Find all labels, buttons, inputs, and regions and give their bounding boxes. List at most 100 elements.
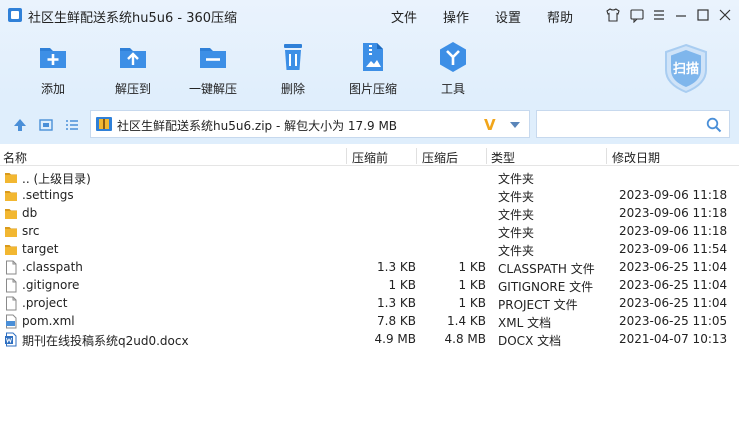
file-date: 2023-09-06 11:54 [619,242,728,256]
file-row[interactable]: .. (上级目录) 文件夹 [0,169,739,187]
file-packed-size: 1 KB [458,260,486,274]
file-size: 1.3 KB [377,260,416,274]
menu-file[interactable]: 文件 [391,7,417,26]
tools-button[interactable]: 工具 [418,40,488,97]
column-divider[interactable] [346,148,347,164]
image-compress-label: 图片压缩 [348,82,397,96]
file-row[interactable]: target 文件夹 2023-09-06 11:54 [0,241,739,259]
one-click-extract-label: 一键解压 [188,82,237,96]
file-row[interactable]: .project 1.3 KB 1 KB PROJECT 文件 2023-06-25 1… [0,295,739,313]
file-row[interactable]: db 文件夹 2023-09-06 11:18 [0,205,739,223]
minimize-icon[interactable] [672,6,690,24]
file-name: .project [22,296,68,310]
delete-icon [276,40,310,74]
search-box[interactable] [536,110,730,138]
file-type: 文件夹 [498,190,535,204]
column-divider[interactable] [606,148,607,164]
file-row[interactable]: .gitignore 1 KB 1 KB GITIGNORE 文件 2023-06-25… [0,277,739,295]
app-logo-icon [8,8,22,22]
column-name[interactable]: 名称 [3,149,27,166]
list-view-icon[interactable] [64,117,80,133]
search-input[interactable] [541,114,701,134]
search-icon[interactable] [706,117,722,133]
tools-icon [436,40,470,74]
file-name: .settings [22,188,74,202]
file-date: 2021-04-07 10:13 [619,332,728,346]
close-icon[interactable] [716,6,734,24]
image-compress-button[interactable]: 图片压缩 [338,40,408,97]
file-packed-size: 1 KB [458,278,486,292]
one-click-extract-button[interactable]: 一键解压 [178,40,248,97]
delete-label: 删除 [280,82,305,96]
up-arrow-icon[interactable] [12,117,28,133]
file-row[interactable]: src 文件夹 2023-09-06 11:18 [0,223,739,241]
file-type: 文件夹 [498,172,535,186]
zip-archive-icon [96,117,112,131]
thumbnail-view-icon[interactable] [38,117,54,133]
one-click-extract-icon [196,40,230,74]
file-date: 2023-09-06 11:18 [619,224,728,238]
file-date: 2023-09-06 11:18 [619,188,728,202]
extract-to-button[interactable]: 解压到 [98,40,168,97]
column-date[interactable]: 修改日期 [612,149,660,166]
file-name: .classpath [22,260,83,274]
address-bar[interactable]: 社区生鲜配送系统hu5u6.zip - 解包大小为 17.9 MB V [90,110,530,138]
file-row[interactable]: .settings 文件夹 2023-09-06 11:18 [0,187,739,205]
extract-to-label: 解压到 [114,82,151,96]
file-name: pom.xml [22,314,75,328]
menu-lines-icon[interactable] [650,6,668,24]
file-type: XML 文档 [498,316,552,330]
maximize-icon[interactable] [694,6,712,24]
delete-button[interactable]: 删除 [258,40,328,97]
file-icon [4,260,18,275]
file-icon [4,296,18,311]
column-divider[interactable] [486,148,487,164]
feedback-icon[interactable] [628,6,646,24]
folder-icon [4,242,18,257]
address-text: 社区生鲜配送系统hu5u6.zip - 解包大小为 17.9 MB [117,119,398,133]
file-name: target [22,242,59,256]
file-date: 2023-06-25 11:04 [619,278,728,292]
file-type: 文件夹 [498,226,535,240]
file-row[interactable]: 期刊在线投稿系统q2ud0.docx 4.9 MB 4.8 MB DOCX 文档 202… [0,331,739,349]
file-size: 1.3 KB [377,296,416,310]
skin-icon[interactable] [604,6,622,24]
title-bar: 社区生鲜配送系统hu5u6 - 360压缩 文件 操作 设置 帮助 [0,0,739,30]
folder-icon [4,188,18,203]
file-packed-size: 1.4 KB [447,314,486,328]
top-area: 社区生鲜配送系统hu5u6 - 360压缩 文件 操作 设置 帮助 添加 解压到… [0,0,739,104]
file-row[interactable]: .classpath 1.3 KB 1 KB CLASSPATH 文件 2023-06-… [0,259,739,277]
add-label: 添加 [40,82,65,96]
file-date: 2023-09-06 11:18 [619,206,728,220]
extract-to-icon [116,40,150,74]
file-packed-size: 1 KB [458,296,486,310]
folder-icon [4,206,18,221]
file-type: GITIGNORE 文件 [498,280,594,294]
menu-operate[interactable]: 操作 [443,7,469,26]
file-date: 2023-06-25 11:04 [619,296,728,310]
column-type[interactable]: 类型 [491,149,515,166]
tools-label: 工具 [440,82,465,96]
file-name: 期刊在线投稿系统q2ud0.docx [22,334,189,348]
add-button[interactable]: 添加 [18,40,88,97]
scan-label: 扫描 [672,62,699,77]
file-type: DOCX 文档 [498,334,562,348]
column-packed[interactable]: 压缩后 [422,149,458,166]
column-header: 名称 压缩前 压缩后 类型 修改日期 [0,146,739,166]
folder-icon [4,224,18,239]
file-name: .. (上级目录) [22,172,91,186]
file-packed-size: 4.8 MB [444,332,486,346]
dropdown-arrow-icon[interactable] [510,122,520,128]
menu-help[interactable]: 帮助 [547,7,573,26]
file-size: 7.8 KB [377,314,416,328]
address-row: 社区生鲜配送系统hu5u6.zip - 解包大小为 17.9 MB V [0,104,739,144]
vip-badge[interactable]: V [484,116,496,134]
menu-settings[interactable]: 设置 [495,7,521,26]
scan-button[interactable]: 扫描 [660,42,712,94]
column-divider[interactable] [416,148,417,164]
file-type: PROJECT 文件 [498,298,578,312]
file-name: db [22,206,38,220]
column-size[interactable]: 压缩前 [352,149,388,166]
file-row[interactable]: pom.xml 7.8 KB 1.4 KB XML 文档 2023-06-25 11:0… [0,313,739,331]
folder-icon [4,170,18,185]
